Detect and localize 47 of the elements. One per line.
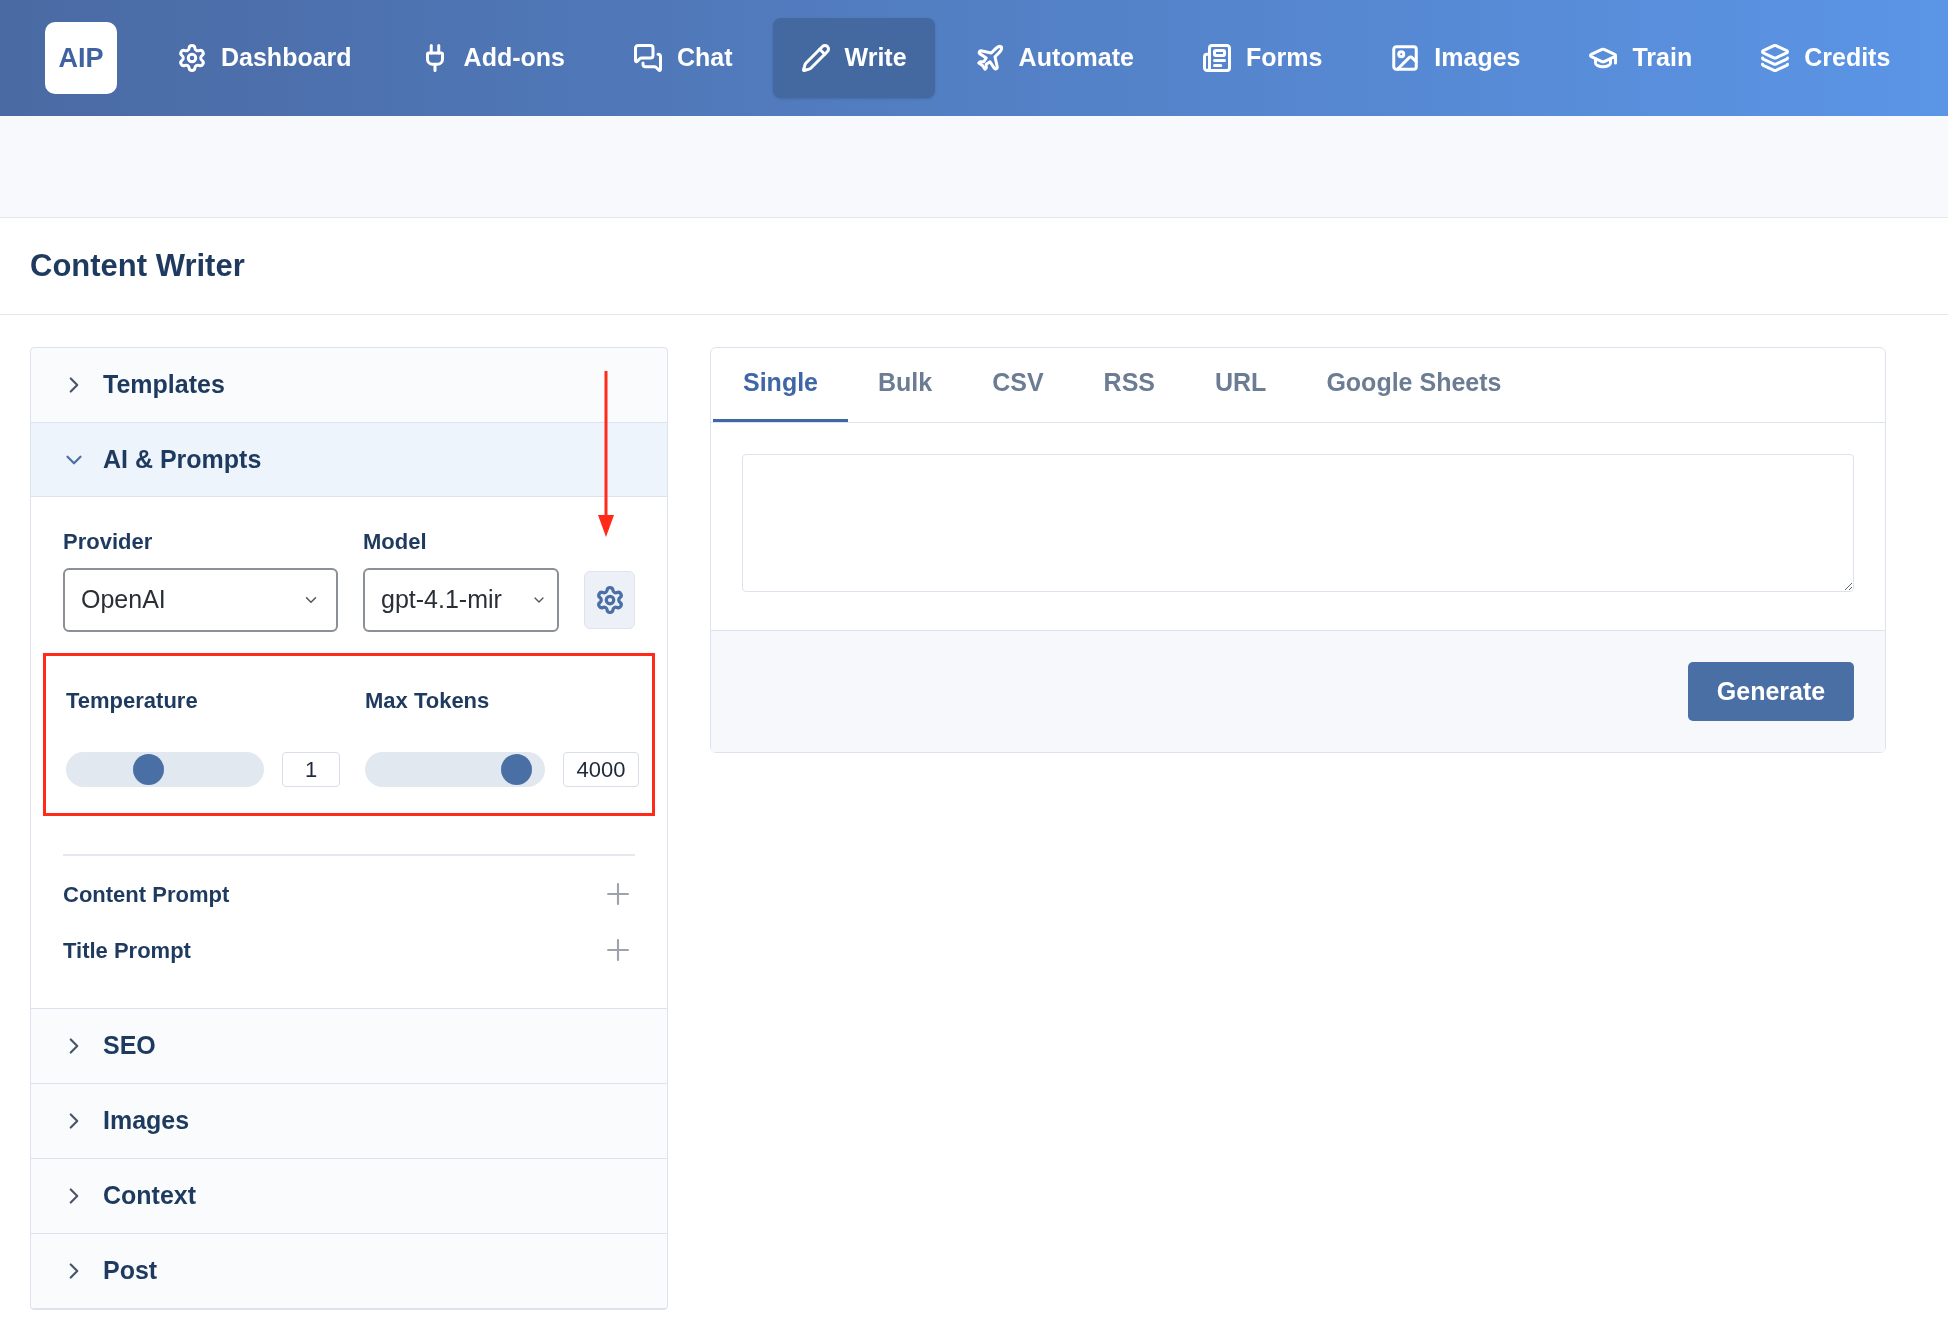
nav-item[interactable]: Add-ons: [391, 18, 593, 98]
chat-bubbles-icon: [632, 43, 663, 73]
nav-item[interactable]: Automate: [946, 18, 1162, 98]
field-label: Temperature: [66, 687, 199, 714]
tab[interactable]: Single: [713, 347, 848, 422]
nav-item[interactable]: Train: [1560, 18, 1721, 98]
accordion-header[interactable]: Context: [31, 1159, 667, 1233]
nav-item[interactable]: Forms: [1173, 18, 1351, 98]
model-select[interactable]: gpt-4.1-mir: [363, 568, 559, 632]
accordion-header[interactable]: Templates: [31, 348, 667, 422]
tab[interactable]: Google Sheets: [1296, 347, 1532, 422]
prompt-label: Title Prompt: [63, 936, 191, 965]
field-label: Max Tokens: [365, 687, 491, 714]
stack-icon: [1760, 43, 1791, 73]
nav-item[interactable]: Credits: [1732, 18, 1919, 98]
accordion-header[interactable]: SEO: [31, 1009, 667, 1083]
tab[interactable]: Bulk: [848, 347, 963, 422]
generate-button[interactable]: Generate: [1688, 662, 1854, 721]
tab[interactable]: URL: [1185, 347, 1297, 422]
plane-icon: [974, 43, 1005, 73]
page-title: Content Writer: [30, 246, 245, 285]
nav-item[interactable]: Dashboard: [149, 18, 380, 98]
logo[interactable]: AIP: [45, 22, 117, 94]
accordion-header[interactable]: Images: [31, 1084, 667, 1158]
settings-button[interactable]: [584, 571, 635, 629]
number-field[interactable]: 1: [282, 752, 340, 787]
nav-item[interactable]: Write: [772, 18, 935, 98]
accordion-header[interactable]: AI & Prompts: [31, 423, 667, 497]
number-field[interactable]: 4000: [563, 752, 639, 787]
form-icon: [1201, 43, 1232, 73]
field-label: Provider: [63, 528, 154, 556]
slider-thumb[interactable]: [500, 754, 532, 785]
image-icon: [1390, 43, 1421, 73]
prompt-label: Content Prompt: [63, 880, 230, 909]
pencil-icon: [800, 43, 831, 73]
tab[interactable]: RSS: [1073, 347, 1185, 422]
slider-thumb[interactable]: [132, 754, 164, 785]
slider-track[interactable]: [66, 752, 264, 787]
slider-track[interactable]: [365, 752, 545, 787]
accordion-header[interactable]: Post: [31, 1234, 667, 1308]
provider-select[interactable]: OpenAI: [63, 568, 338, 632]
settings-icon: [594, 585, 625, 615]
field-label: Model: [363, 528, 428, 556]
gear-icon: [177, 43, 207, 73]
nav-item[interactable]: Images: [1362, 18, 1549, 98]
tab[interactable]: CSV: [962, 347, 1074, 422]
nav-item[interactable]: Chat: [604, 18, 761, 98]
